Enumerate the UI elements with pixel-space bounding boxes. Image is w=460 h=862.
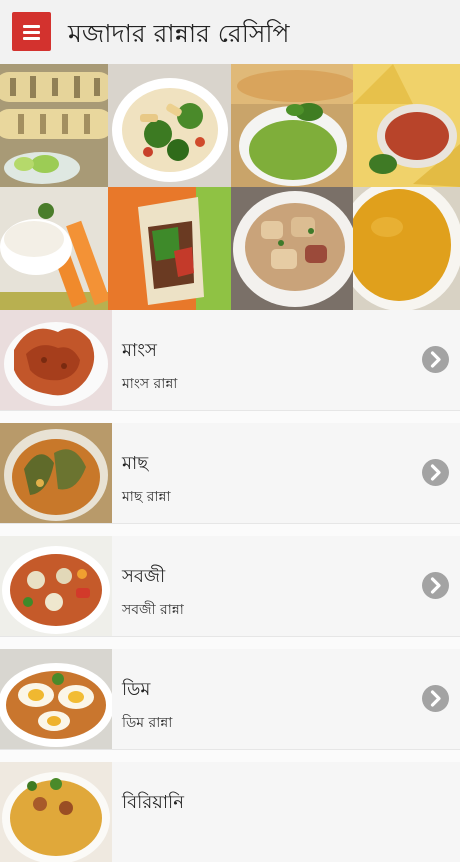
category-subtitle: সবজী রান্না: [122, 602, 184, 618]
category-subtitle: ডিম রান্না: [122, 715, 173, 731]
egg-thumbnail: [0, 649, 112, 749]
category-row-biryani[interactable]: বিরিয়ানি: [0, 762, 460, 862]
category-subtitle: মাছ রান্না: [122, 489, 171, 505]
category-subtitle: মাংস রান্না: [122, 376, 178, 392]
category-list: মাংস মাংস রান্না মাছ মাছ রান্না সবজী সবজ…: [0, 310, 460, 862]
category-row-meat[interactable]: মাংস মাংস রান্না: [0, 310, 460, 410]
roast-potato-photo: [231, 187, 353, 310]
app-title: মজাদার রান্নার রেসিপি: [68, 19, 290, 48]
app-bar: মজাদার রান্নার রেসিপি: [0, 0, 460, 65]
chevron-right-circle-icon[interactable]: [422, 346, 449, 373]
category-name: মাংস: [122, 340, 157, 361]
category-row-egg[interactable]: ডিম ডিম রান্না: [0, 649, 460, 749]
cream-dip-photo: [0, 187, 108, 310]
yellow-soup-photo: [353, 187, 460, 310]
chevron-right-circle-icon[interactable]: [422, 685, 449, 712]
biryani-thumbnail: [0, 762, 112, 862]
food-collage-banner: [0, 64, 460, 310]
category-row-vegetable[interactable]: সবজী সবজী রান্না: [0, 536, 460, 636]
vegetable-thumbnail: [0, 536, 112, 636]
category-name: ডিম: [122, 679, 151, 700]
category-name: মাছ: [122, 453, 149, 474]
chevron-right-circle-icon[interactable]: [422, 459, 449, 486]
menu-button[interactable]: [12, 12, 51, 51]
category-name: সবজী: [122, 566, 166, 587]
category-row-fish[interactable]: মাছ মাছ রান্না: [0, 423, 460, 523]
category-name: বিরিয়ানি: [122, 792, 184, 813]
salsa-chips-photo: [353, 64, 460, 187]
pasta-salad-photo: [108, 64, 231, 187]
meat-thumbnail: [0, 310, 112, 410]
grilled-corn-photo: [0, 64, 108, 187]
chevron-right-circle-icon[interactable]: [422, 572, 449, 599]
fish-thumbnail: [0, 423, 112, 523]
wrap-photo: [108, 187, 231, 310]
pesto-dip-photo: [231, 64, 353, 187]
